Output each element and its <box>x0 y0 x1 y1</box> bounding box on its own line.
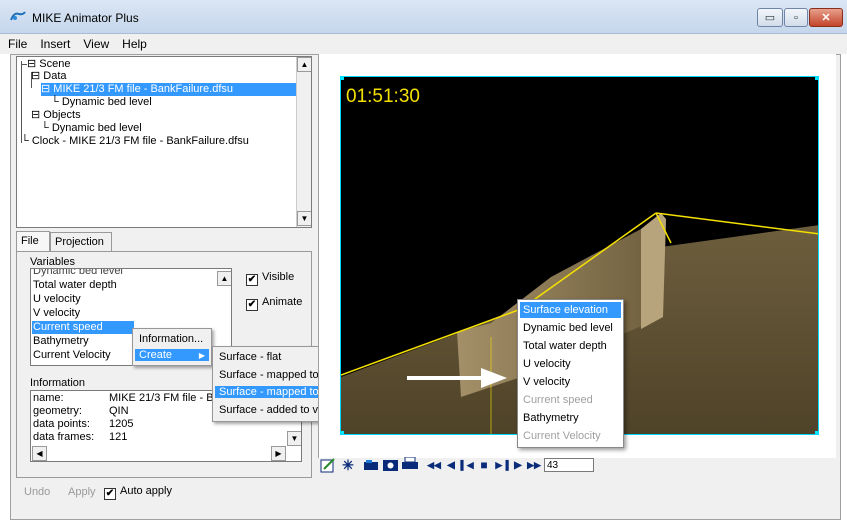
popup-item-u-velocity[interactable]: U velocity <box>520 356 571 372</box>
popup-item-total-water-depth[interactable]: Total water depth <box>520 338 607 354</box>
context-menu: Information... Create ▶ <box>132 328 212 366</box>
list-scroll-up-icon[interactable]: ▲ <box>217 271 231 286</box>
maximize-icon: ▫ <box>794 11 798 24</box>
clock-display: 01:51:30 <box>346 86 420 107</box>
tree-item-objects[interactable]: ⊟ Objects <box>31 109 81 122</box>
information-label: Information <box>30 377 86 389</box>
popup-item-bathymetry[interactable]: Bathymetry <box>520 410 579 426</box>
minimize-button[interactable]: ▭ <box>757 8 783 27</box>
check-icon: ✔ <box>104 487 116 500</box>
menu-view[interactable]: View <box>83 37 109 51</box>
info-scroll-left-icon[interactable]: ◀ <box>32 446 47 461</box>
tree-item-data[interactable]: ⊟ Data <box>31 70 67 83</box>
tree-item-dfsu-file[interactable]: ⊟ MIKE 21/3 FM file - BankFailure.dfsu <box>41 83 311 96</box>
info-value: MIKE 21/3 FM file - B <box>109 392 214 404</box>
minimize-icon: ▭ <box>764 12 776 24</box>
apply-button[interactable]: Apply <box>68 486 96 498</box>
popup-item-dynamic-bed-level[interactable]: Dynamic bed level <box>520 320 613 336</box>
variable-popup: Surface elevation Dynamic bed level Tota… <box>517 299 624 448</box>
popup-item-current-velocity: Current Velocity <box>523 430 601 442</box>
info-key: data points: <box>33 418 90 430</box>
app-icon <box>10 11 26 21</box>
frame-input[interactable] <box>544 458 594 472</box>
popup-item-current-speed: Current speed <box>523 394 593 406</box>
start-icon[interactable]: ▌◀ <box>459 458 475 472</box>
list-item[interactable]: Dynamic bed level <box>33 269 123 278</box>
tree-item-clock[interactable]: └ Clock - MIKE 21/3 FM file - BankFailur… <box>21 135 249 148</box>
close-icon: ✕ <box>821 12 831 24</box>
window-title: MIKE Animator Plus <box>32 11 139 25</box>
scroll-down-icon[interactable]: ▼ <box>297 211 311 226</box>
info-key: data frames: <box>33 431 95 443</box>
list-item[interactable]: Bathymetry <box>33 335 89 348</box>
arrow-annotation <box>407 368 507 388</box>
info-value: 121 <box>109 431 128 443</box>
menu-item-create[interactable]: Create ▶ <box>135 349 209 361</box>
tree-item-object-dynamic-bed-level[interactable]: └ Dynamic bed level <box>41 122 142 135</box>
tree-item-dynamic-bed-level[interactable]: └ Dynamic bed level <box>51 96 152 109</box>
step-back-icon[interactable]: ◀ <box>445 458 457 472</box>
print-icon[interactable] <box>402 457 418 472</box>
tree-scrollbar[interactable]: ▲ ▼ <box>296 57 311 227</box>
info-scroll-right-icon[interactable]: ▶ <box>271 446 286 461</box>
info-scroll-down-icon[interactable]: ▼ <box>287 431 301 446</box>
tab-file[interactable]: File <box>16 231 50 253</box>
check-icon: ✔ <box>246 273 258 286</box>
info-key: geometry: <box>33 405 82 417</box>
animate-checkbox[interactable]: ✔ Animate <box>246 296 302 311</box>
photo-icon[interactable] <box>383 457 399 472</box>
menu-help[interactable]: Help <box>122 37 147 51</box>
maximize-button[interactable]: ▫ <box>784 8 808 27</box>
check-icon: ✔ <box>246 298 258 311</box>
variables-label: Variables <box>30 256 76 268</box>
edit-icon[interactable] <box>320 457 336 473</box>
step-forward-icon[interactable]: ▶ <box>512 458 524 472</box>
fast-forward-icon[interactable]: ▶▶ <box>526 458 542 472</box>
menu-bar: File Insert View Help <box>0 34 847 54</box>
end-icon[interactable]: ▶▐ <box>494 458 510 472</box>
stop-icon[interactable]: ■ <box>477 458 491 472</box>
tab-projection[interactable]: Projection <box>50 232 112 252</box>
visible-checkbox[interactable]: ✔ Visible <box>246 271 294 286</box>
submenu-arrow-icon: ▶ <box>198 351 205 360</box>
scene-tree[interactable]: ⊟ Scene ⊟ Data ⊟ MIKE 21/3 FM file - Ban… <box>16 56 312 228</box>
menu-item-information[interactable]: Information... <box>135 333 209 345</box>
rewind-icon[interactable]: ◀◀ <box>426 458 442 472</box>
list-item[interactable]: Current Velocity <box>33 349 111 362</box>
auto-apply-checkbox[interactable]: ✔ Auto apply <box>104 485 172 500</box>
apply-bar: Undo Apply ✔ Auto apply <box>16 480 312 504</box>
list-item[interactable]: Total water depth <box>33 279 117 292</box>
menu-file[interactable]: File <box>8 37 27 51</box>
list-item-selected[interactable]: Current speed <box>32 321 134 334</box>
undo-button[interactable]: Undo <box>24 486 50 498</box>
info-key: name: <box>33 392 64 404</box>
scroll-up-icon[interactable]: ▲ <box>297 57 311 72</box>
close-button[interactable]: ✕ <box>809 8 843 27</box>
info-value: QIN <box>109 405 129 417</box>
camera-icon[interactable] <box>364 458 380 472</box>
list-item[interactable]: V velocity <box>33 307 80 320</box>
menu-insert[interactable]: Insert <box>40 37 70 51</box>
popup-item-surface-elevation[interactable]: Surface elevation <box>520 302 621 318</box>
info-value: 1205 <box>109 418 134 430</box>
popup-item-v-velocity[interactable]: V velocity <box>520 374 570 390</box>
list-item[interactable]: U velocity <box>33 293 81 306</box>
star-icon[interactable]: ✳ <box>340 457 356 473</box>
